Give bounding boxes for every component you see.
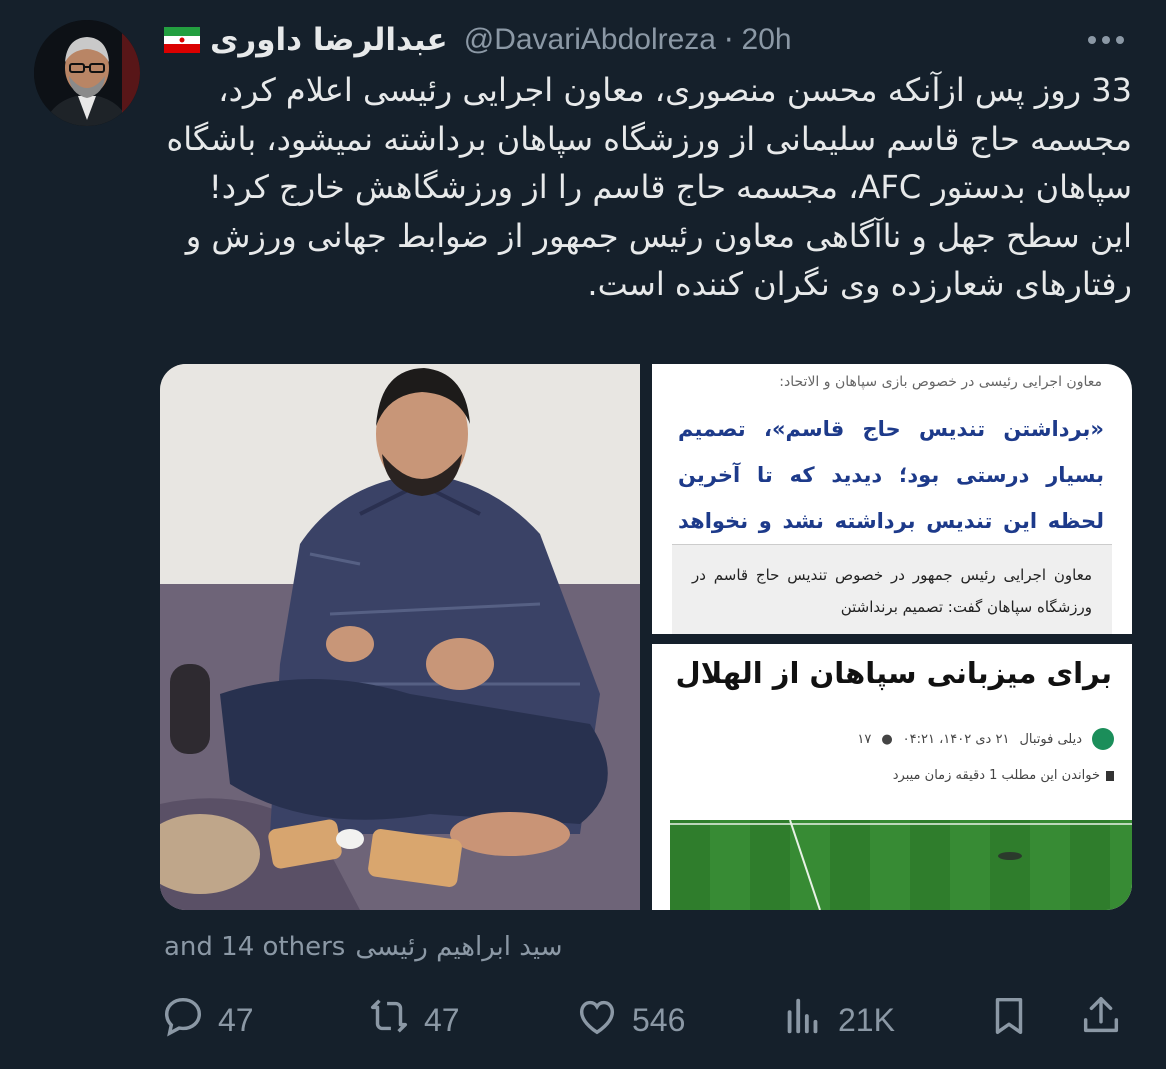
reply-count: 47 [218,1001,254,1038]
tweet-text: 33 روز پس ازآنکه محسن منصوری، معاون اجرا… [160,66,1132,309]
like-button[interactable]: 546 [574,993,685,1047]
views-icon [780,993,826,1047]
bookmark-button[interactable] [986,993,1032,1047]
author-name[interactable]: عبدالرضا داوری [210,22,448,58]
reply-icon [160,993,206,1047]
bookmark-icon [986,993,1032,1047]
views-count: 21K [838,1001,895,1038]
card2-read-time-row: خواندن این مطلب 1 دقیقه زمان میبرد [893,768,1114,783]
card2-comments: ۱۷ [857,731,872,747]
tagged-person[interactable]: سید ابراهیم رئیسی [355,932,562,962]
media-grid[interactable]: معاون اجرایی رئیسی در خصوص بازی سپاهان و… [160,364,1132,910]
iran-flag-icon [164,27,200,53]
tweet-paragraph-1: 33 روز پس ازآنکه محسن منصوری، معاون اجرا… [166,71,1132,206]
card2-meta: دیلی فوتبال ۲۱ دی ۱۴۰۲، ۰۴:۲۱ ● ۱۷ [857,728,1114,750]
card1-body: معاون اجرایی رئیس جمهور در خصوص تندیس حا… [692,566,1092,616]
retweet-icon [366,993,412,1047]
more-icon[interactable] [1088,36,1132,44]
tagged-others[interactable]: and 14 others [164,932,345,962]
bookmark-small-icon [1106,770,1114,781]
header-separator: · [723,22,734,58]
card2-date: ۲۱ دی ۱۴۰۲، ۰۴:۲۱ [902,731,1010,747]
card1-body-box: معاون اجرایی رئیس جمهور در خصوص تندیس حا… [672,544,1112,634]
share-icon [1078,993,1124,1047]
card1-subtitle: معاون اجرایی رئیسی در خصوص بازی سپاهان و… [779,374,1102,390]
retweet-button[interactable]: 47 [366,993,460,1047]
views-button[interactable]: 21K [780,993,895,1047]
avatar[interactable] [34,20,140,126]
author-handle[interactable]: @DavariAbdolreza [464,23,716,57]
tweet-header: عبدالرضا داوری @DavariAbdolreza · 20h [164,14,1132,66]
football-pitch-image [670,819,1132,910]
like-icon [574,993,620,1047]
card2-title: برای میزبانی سپاهان از الهلال [675,656,1112,690]
action-bar: 47 47 546 21K [160,990,1132,1050]
tweet-time[interactable]: 20h [742,23,792,57]
news-card-article[interactable]: برای میزبانی سپاهان از الهلال دیلی فوتبا… [652,644,1132,910]
tagged-people[interactable]: and 14 others سید ابراهیم رئیسی [164,932,563,962]
retweet-count: 47 [424,1001,460,1038]
news-card-quote[interactable]: معاون اجرایی رئیسی در خصوص بازی سپاهان و… [652,364,1132,634]
card2-source: دیلی فوتبال [1019,731,1082,747]
tweet-paragraph-2: این سطح جهل و ناآگاهی معاون رئیس جمهور ا… [185,216,1132,304]
dailyfootball-logo-icon [1092,728,1114,750]
reply-button[interactable]: 47 [160,993,254,1047]
comment-bubble-icon: ● [881,731,893,747]
card2-read-time: خواندن این مطلب 1 دقیقه زمان میبرد [892,768,1100,783]
share-button[interactable] [1078,993,1124,1047]
like-count: 546 [632,1001,686,1038]
media-photo[interactable] [160,364,640,910]
